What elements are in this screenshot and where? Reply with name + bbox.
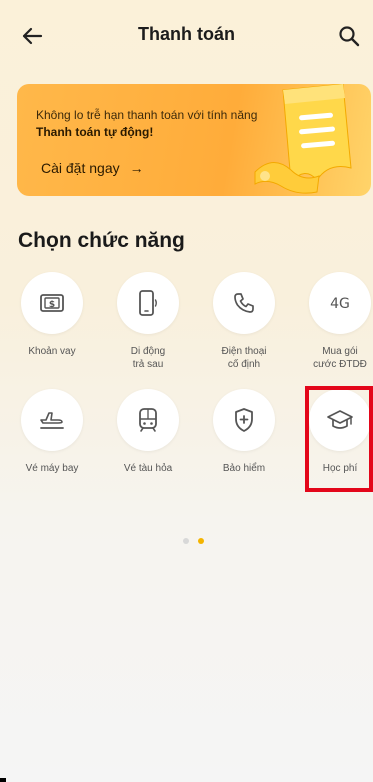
page-dot-2-active[interactable] (198, 538, 204, 544)
feature-mobile-data-plan[interactable]: 4G Mua gói cước ĐTDĐ (295, 272, 373, 371)
arrow-right-icon: → (129, 160, 144, 176)
feature-label: Di động trả sau (130, 346, 166, 370)
feature-train-ticket-circle (117, 389, 179, 451)
train-icon (139, 408, 157, 432)
feature-insurance-circle (213, 389, 275, 451)
auto-payment-banner[interactable]: Không lo trễ hạn thanh toán với tính năn… (17, 84, 371, 196)
feature-landline[interactable]: Điện thoại cố định (199, 272, 289, 371)
feature-loan[interactable]: $ Khoản vay (7, 272, 97, 358)
telephone-icon (234, 293, 254, 313)
svg-text:4G: 4G (330, 296, 350, 312)
feature-train-ticket[interactable]: Vé tàu hỏa (103, 389, 193, 475)
feature-label: Vé máy bay (25, 463, 79, 474)
setup-now-label: Cài đặt ngay (41, 160, 120, 176)
section-title: Chọn chức năng (18, 229, 185, 252)
feature-flight-ticket[interactable]: Vé máy bay (7, 389, 97, 475)
feature-label: Bảo hiểm (222, 463, 266, 474)
feature-insurance[interactable]: Bảo hiểm (199, 389, 289, 475)
banner-text: Không lo trễ hạn thanh toán với tính năn… (36, 108, 258, 139)
feature-label: Học phí (322, 463, 358, 474)
feature-mobile-data-plan-circle: 4G (309, 272, 371, 334)
search-icon (339, 26, 360, 47)
feature-label: Vé tàu hỏa (123, 463, 173, 474)
graduation-cap-icon (327, 410, 353, 429)
page-dot-1[interactable] (183, 538, 189, 544)
4g-icon: 4G (330, 296, 350, 312)
mobile-phone-icon (139, 290, 157, 316)
feature-loan-circle: $ (21, 272, 83, 334)
feature-label: Khoản vay (28, 346, 76, 357)
shield-plus-icon (235, 408, 253, 432)
feature-flight-ticket-circle (21, 389, 83, 451)
airplane-icon (40, 412, 64, 429)
feature-tuition[interactable]: Học phí (295, 389, 373, 475)
feature-landline-circle (213, 272, 275, 334)
page-title: Thanh toán (138, 24, 235, 44)
setup-now-button[interactable]: Cài đặt ngay → (41, 160, 144, 176)
feature-label: Mua gói cước ĐTDĐ (313, 346, 367, 370)
feature-postpaid-mobile-circle (117, 272, 179, 334)
svg-text:$: $ (49, 300, 55, 310)
feature-tuition-circle (309, 389, 371, 451)
receipt-icon (254, 84, 352, 194)
screen-corner (0, 778, 6, 782)
app-header: Thanh toán (0, 0, 373, 70)
feature-postpaid-mobile[interactable]: Di động trả sau (103, 272, 193, 371)
feature-label: Điện thoại cố định (221, 346, 267, 370)
dollar-bill-icon: $ (40, 294, 64, 312)
pagination-dots (183, 538, 204, 544)
search-button[interactable] (331, 18, 367, 54)
